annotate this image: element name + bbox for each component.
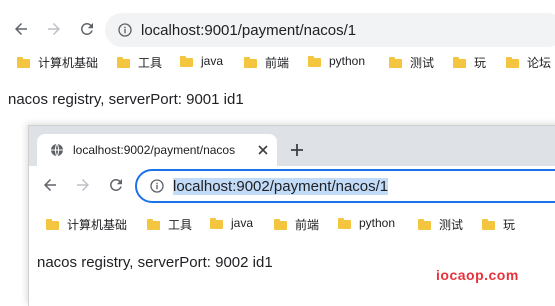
folder-icon	[338, 217, 351, 229]
address-bar[interactable]: localhost:9002/payment/nacos/1	[135, 169, 555, 203]
bookmark-label: 论坛	[527, 56, 552, 70]
bookmark-folder[interactable]: java	[180, 54, 223, 68]
bookmark-label: 工具	[168, 218, 193, 232]
bookmark-folder[interactable]: 前端	[244, 54, 289, 71]
folder-icon	[482, 219, 495, 230]
forward-button[interactable]	[43, 18, 65, 40]
info-icon	[118, 23, 132, 37]
bookmark-label: python	[359, 216, 396, 230]
arrow-left-icon	[15, 23, 27, 35]
folder-icon	[506, 57, 519, 68]
bookmark-label: python	[329, 54, 366, 68]
url-text: localhost:9001/payment/nacos/1	[141, 21, 357, 39]
bookmark-label: 前端	[265, 56, 290, 70]
reload-button[interactable]	[76, 18, 98, 40]
folder-icon	[453, 57, 466, 68]
folder-icon	[180, 55, 193, 67]
bookmark-label: 玩	[474, 56, 487, 70]
bookmark-folder[interactable]: 测试	[389, 54, 434, 71]
page-content-text: nacos registry, serverPort: 9002 id1	[37, 254, 273, 271]
bookmark-folder[interactable]: 论坛	[506, 54, 551, 71]
page-content-text: nacos registry, serverPort: 9001 id1	[8, 91, 244, 108]
bookmark-label: 工具	[138, 56, 163, 70]
bookmark-folder[interactable]: 测试	[418, 216, 463, 233]
new-tab-button[interactable]	[287, 140, 307, 160]
tab-close-button[interactable]	[255, 142, 271, 158]
bookmark-folder[interactable]: python	[338, 216, 395, 230]
tab-active[interactable]: localhost:9002/payment/nacos	[37, 134, 277, 166]
bookmark-folder[interactable]: 工具	[147, 216, 192, 233]
reload-icon	[110, 179, 122, 191]
bookmark-label: 玩	[503, 218, 516, 232]
browser-toolbar: localhost:9001/payment/nacos/1	[0, 10, 555, 50]
arrow-left-icon	[44, 179, 56, 191]
back-button[interactable]	[39, 174, 61, 196]
tab-strip: localhost:9002/payment/nacos	[29, 126, 555, 166]
reload-button[interactable]	[105, 174, 127, 196]
bookmark-folder[interactable]: 计算机基础	[46, 216, 127, 233]
reload-icon	[81, 23, 93, 35]
bookmarks-bar: 计算机基础 工具 java 前端 python 测试 玩 论坛	[0, 48, 555, 76]
url-text-selected: localhost:9002/payment/nacos/1	[173, 177, 389, 195]
bookmark-folder[interactable]: java	[210, 216, 253, 230]
bookmark-label: 前端	[295, 218, 320, 232]
bookmark-label: java	[231, 216, 254, 230]
globe-icon	[51, 143, 63, 157]
plus-icon	[291, 144, 303, 156]
bookmark-folder[interactable]: 玩	[453, 54, 486, 71]
folder-icon	[274, 219, 287, 230]
folder-icon	[244, 57, 257, 68]
bookmark-folder[interactable]: 玩	[482, 216, 515, 233]
bookmark-label: 测试	[439, 218, 464, 232]
folder-icon	[147, 219, 160, 230]
arrow-right-icon	[48, 23, 60, 35]
watermark-text: iocaop.com	[436, 267, 519, 283]
folder-icon	[210, 217, 223, 229]
folder-icon	[308, 55, 321, 67]
bookmark-label: java	[201, 54, 224, 68]
folder-icon	[117, 57, 130, 68]
arrow-right-icon	[77, 179, 89, 191]
bookmark-folder[interactable]: 工具	[117, 54, 162, 71]
bookmark-folder[interactable]: python	[308, 54, 365, 68]
info-icon	[150, 179, 164, 193]
back-button[interactable]	[10, 18, 32, 40]
tab-title: localhost:9002/payment/nacos	[73, 143, 236, 157]
folder-icon	[46, 219, 59, 230]
browser-toolbar: localhost:9002/payment/nacos/1	[29, 166, 555, 206]
folder-icon	[418, 219, 431, 230]
address-bar[interactable]: localhost:9001/payment/nacos/1	[105, 13, 555, 47]
bookmark-label: 计算机基础	[67, 218, 128, 232]
bookmark-label: 计算机基础	[38, 56, 99, 70]
bookmark-folder[interactable]: 计算机基础	[17, 54, 98, 71]
forward-button[interactable]	[72, 174, 94, 196]
folder-icon	[389, 57, 402, 68]
bookmark-folder[interactable]: 前端	[274, 216, 319, 233]
folder-icon	[17, 57, 30, 68]
bookmark-label: 测试	[410, 56, 435, 70]
close-icon	[258, 145, 268, 155]
bookmarks-bar: 计算机基础 工具 java 前端 python 测试 玩	[29, 210, 555, 238]
